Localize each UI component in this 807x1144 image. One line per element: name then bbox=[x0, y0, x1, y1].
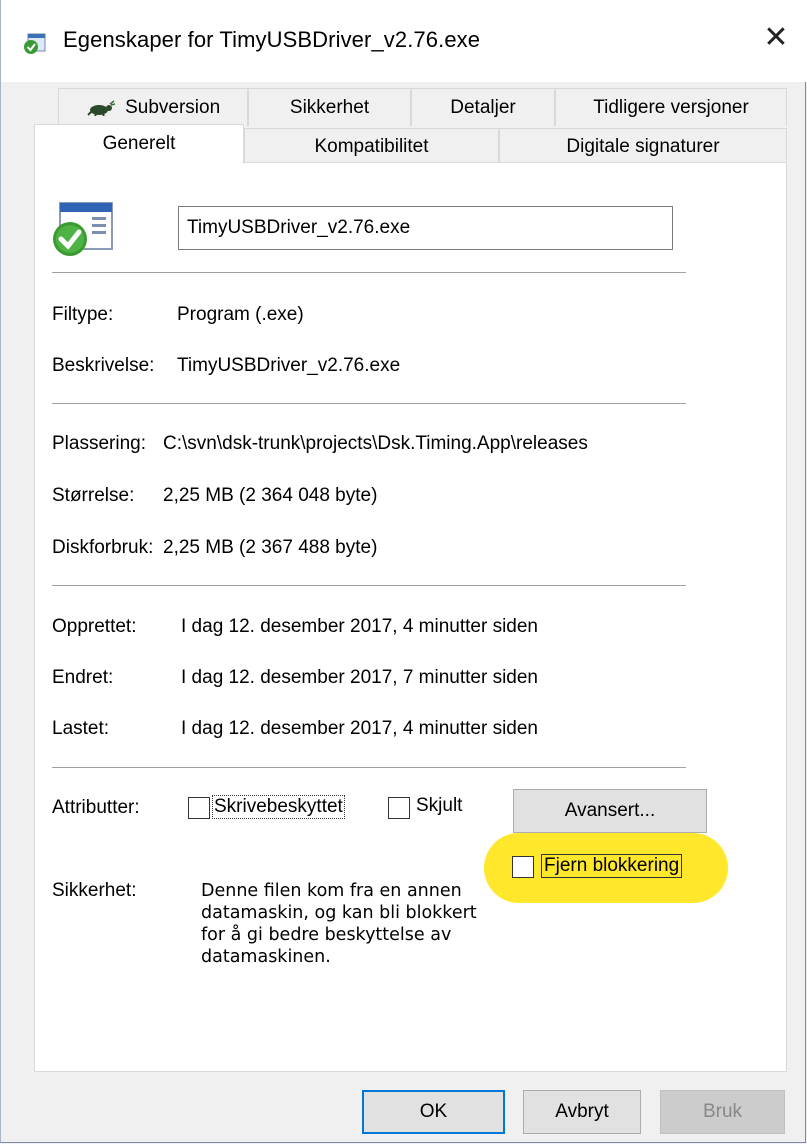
filetype-label: Filtype: bbox=[52, 304, 114, 325]
modified-value: I dag 12. desember 2017, 7 minutter side… bbox=[181, 667, 539, 688]
security-text-line: datamaskinen. bbox=[201, 947, 331, 967]
size-value: 2,25 MB (2 364 048 byte) bbox=[163, 485, 378, 506]
created-label: Opprettet: bbox=[52, 616, 137, 637]
properties-dialog: Egenskaper for TimyUSBDriver_v2.76.exe ✕… bbox=[0, 0, 807, 1143]
close-icon[interactable]: ✕ bbox=[756, 18, 796, 58]
exe-file-icon bbox=[53, 202, 113, 256]
tab-label: Sikkerhet bbox=[289, 97, 370, 118]
unblock-checkbox[interactable] bbox=[512, 856, 534, 878]
accessed-label: Lastet: bbox=[52, 718, 110, 739]
created-value: I dag 12. desember 2017, 4 minutter side… bbox=[181, 616, 539, 637]
window-title: Egenskaper for TimyUSBDriver_v2.76.exe bbox=[63, 27, 481, 52]
cancel-button[interactable]: Avbryt bbox=[523, 1090, 641, 1134]
filename-input[interactable]: TimyUSBDriver_v2.76.exe bbox=[178, 206, 673, 250]
tab-digitale-signaturer[interactable]: Digitale signaturer bbox=[499, 128, 787, 164]
filetype-value: Program (.exe) bbox=[177, 304, 304, 325]
description-label: Beskrivelse: bbox=[52, 355, 155, 376]
tab-label: Subversion bbox=[125, 97, 221, 118]
hidden-checkbox[interactable] bbox=[388, 797, 410, 819]
tab-generelt[interactable]: Generelt bbox=[34, 124, 244, 164]
description-value: TimyUSBDriver_v2.76.exe bbox=[177, 355, 401, 376]
attributes-label: Attributter: bbox=[52, 797, 140, 818]
modified-label: Endret: bbox=[52, 667, 114, 688]
location-label: Plassering: bbox=[52, 433, 146, 454]
tab-subversion[interactable]: Subversion bbox=[58, 88, 248, 126]
security-text: Denne filen kom fra en annen datamaskin,… bbox=[201, 880, 477, 968]
security-text-line: datamaskin, og kan bli blokkert bbox=[201, 903, 477, 923]
size-label: Størrelse: bbox=[52, 485, 135, 506]
hidden-label[interactable]: Skjult bbox=[416, 795, 462, 817]
security-text-line: Denne filen kom fra en annen bbox=[201, 881, 462, 901]
disk-usage-value: 2,25 MB (2 367 488 byte) bbox=[163, 537, 378, 558]
separator bbox=[52, 767, 686, 768]
tab-tidligere-versjoner[interactable]: Tidligere versjoner bbox=[555, 88, 787, 126]
unblock-label[interactable]: Fjern blokkering bbox=[541, 854, 683, 878]
separator bbox=[52, 272, 686, 273]
readonly-label[interactable]: Skrivebeskyttet bbox=[212, 795, 345, 819]
security-label: Sikkerhet: bbox=[52, 880, 137, 901]
tab-label: Kompatibilitet bbox=[314, 136, 429, 157]
location-value: C:\svn\dsk-trunk\projects\Dsk.Timing.App… bbox=[163, 433, 588, 454]
title-bar[interactable]: Egenskaper for TimyUSBDriver_v2.76.exe ✕ bbox=[1, 0, 807, 82]
tab-sikkerhet[interactable]: Sikkerhet bbox=[248, 88, 411, 126]
application-icon bbox=[24, 33, 46, 54]
separator bbox=[52, 585, 686, 586]
tab-detaljer[interactable]: Detaljer bbox=[411, 88, 555, 126]
tortoise-svn-icon bbox=[87, 100, 116, 117]
security-text-line: for å gi bedre beskyttelse av bbox=[201, 925, 452, 945]
readonly-checkbox[interactable] bbox=[188, 797, 210, 819]
tab-kompatibilitet[interactable]: Kompatibilitet bbox=[244, 128, 499, 164]
apply-button[interactable]: Bruk bbox=[660, 1090, 785, 1134]
separator bbox=[52, 403, 686, 404]
disk-usage-label: Diskforbruk: bbox=[52, 537, 154, 558]
tab-label: Detaljer bbox=[450, 97, 516, 118]
accessed-value: I dag 12. desember 2017, 4 minutter side… bbox=[181, 718, 539, 739]
advanced-button[interactable]: Avansert... bbox=[513, 789, 707, 833]
ok-button[interactable]: OK bbox=[362, 1090, 505, 1134]
tab-label: Tidligere versjoner bbox=[593, 97, 749, 118]
tab-label: Digitale signaturer bbox=[566, 136, 720, 157]
tab-label: Generelt bbox=[102, 133, 176, 154]
